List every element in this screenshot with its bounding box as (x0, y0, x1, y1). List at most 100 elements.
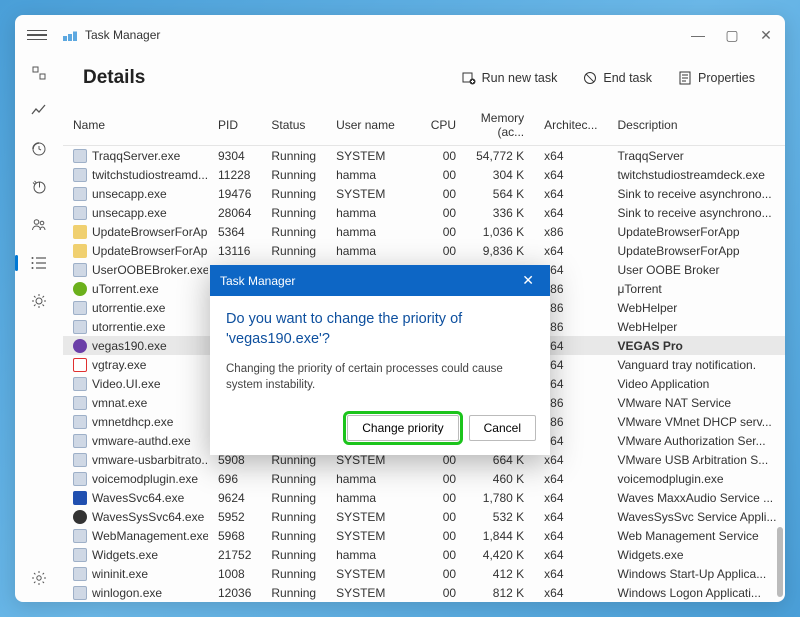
process-icon (73, 301, 87, 315)
process-arch: x64 (534, 203, 607, 222)
process-pid: 28064 (208, 203, 261, 222)
change-priority-button[interactable]: Change priority (347, 415, 458, 441)
process-icon (73, 149, 87, 163)
process-memory: 9,836 K (466, 241, 534, 260)
process-status: Running (261, 222, 326, 241)
process-icon (73, 567, 87, 581)
process-user: hamma (326, 203, 421, 222)
table-row[interactable]: WavesSvc64.exe9624Runninghamma001,780 Kx… (63, 488, 785, 507)
process-cpu: 00 (421, 507, 466, 526)
table-header-row[interactable]: Name PID Status User name CPU Memory (ac… (63, 105, 785, 146)
sidebar-users-icon[interactable] (29, 215, 49, 235)
table-row[interactable]: WavesSysSvc64.exe5952RunningSYSTEM00532 … (63, 507, 785, 526)
sidebar-processes-icon[interactable] (29, 63, 49, 83)
process-arch: x64 (534, 488, 607, 507)
process-user: SYSTEM (326, 184, 421, 203)
table-row[interactable]: twitchstudiostreamd...11228Runninghamma0… (63, 165, 785, 184)
process-user: SYSTEM (326, 583, 421, 602)
sidebar (15, 55, 63, 602)
run-new-task-button[interactable]: Run new task (452, 65, 568, 91)
close-button[interactable]: ✕ (759, 28, 773, 42)
process-memory: 532 K (466, 507, 534, 526)
process-pid: 9624 (208, 488, 261, 507)
process-user: SYSTEM (326, 564, 421, 583)
process-name: vmnetdhcp.exe (92, 415, 173, 429)
process-arch: x64 (534, 564, 607, 583)
col-user[interactable]: User name (326, 105, 421, 146)
sidebar-settings-icon[interactable] (29, 568, 49, 588)
process-desc: Sink to receive asynchrono... (608, 203, 786, 222)
process-desc: VMware VMnet DHCP serv... (608, 412, 786, 431)
process-icon (73, 358, 87, 372)
process-icon (73, 491, 87, 505)
process-arch: x64 (534, 469, 607, 488)
process-status: Running (261, 165, 326, 184)
process-cpu: 00 (421, 203, 466, 222)
table-row[interactable]: UpdateBrowserForAp...13116Runninghamma00… (63, 241, 785, 260)
process-desc: voicemodplugin.exe (608, 469, 786, 488)
window-controls: — ▢ ✕ (691, 28, 773, 42)
process-cpu: 00 (421, 165, 466, 184)
table-row[interactable]: wininit.exe1008RunningSYSTEM00412 Kx64Wi… (63, 564, 785, 583)
dialog-close-button[interactable]: ✕ (516, 272, 540, 289)
table-row[interactable]: voicemodplugin.exe696Runninghamma00460 K… (63, 469, 785, 488)
table-row[interactable]: UpdateBrowserForAp...5364Runninghamma001… (63, 222, 785, 241)
sidebar-details-icon[interactable] (29, 253, 49, 273)
sidebar-history-icon[interactable] (29, 139, 49, 159)
page-title: Details (83, 67, 145, 89)
table-row[interactable]: winlogon.exe12036RunningSYSTEM00812 Kx64… (63, 583, 785, 602)
process-icon (73, 529, 87, 543)
table-row[interactable]: TraqqServer.exe9304RunningSYSTEM0054,772… (63, 146, 785, 166)
scrollbar[interactable] (777, 135, 783, 597)
process-icon (73, 377, 87, 391)
col-pid[interactable]: PID (208, 105, 261, 146)
sidebar-services-icon[interactable] (29, 291, 49, 311)
process-desc: μTorrent (608, 279, 786, 298)
table-row[interactable]: unsecapp.exe19476RunningSYSTEM00564 Kx64… (63, 184, 785, 203)
process-desc: WavesSysSvc Service Appli... (608, 507, 786, 526)
process-name: utorrentie.exe (92, 320, 165, 334)
table-row[interactable]: WebManagement.exe5968RunningSYSTEM001,84… (63, 526, 785, 545)
process-memory: 812 K (466, 583, 534, 602)
col-cpu[interactable]: CPU (421, 105, 466, 146)
process-pid: 696 (208, 469, 261, 488)
process-arch: x64 (534, 165, 607, 184)
sidebar-performance-icon[interactable] (29, 101, 49, 121)
col-name[interactable]: Name (63, 105, 208, 146)
col-memory[interactable]: Memory (ac... (466, 105, 534, 146)
table-row[interactable]: unsecapp.exe28064Runninghamma00336 Kx64S… (63, 203, 785, 222)
process-desc: UpdateBrowserForApp (608, 222, 786, 241)
dialog-title: Task Manager (220, 274, 295, 288)
menu-button[interactable] (27, 25, 47, 45)
process-icon (73, 472, 87, 486)
process-desc: Waves MaxxAudio Service ... (608, 488, 786, 507)
process-icon (73, 282, 87, 296)
cancel-button[interactable]: Cancel (469, 415, 536, 441)
process-name: WebManagement.exe (92, 529, 208, 543)
sidebar-startup-icon[interactable] (29, 177, 49, 197)
process-icon (73, 168, 87, 182)
end-task-button[interactable]: End task (573, 65, 662, 91)
properties-button[interactable]: Properties (668, 65, 765, 91)
process-desc: UpdateBrowserForApp (608, 241, 786, 260)
dialog-titlebar: Task Manager ✕ (210, 265, 550, 296)
process-status: Running (261, 241, 326, 260)
col-status[interactable]: Status (261, 105, 326, 146)
process-arch: x64 (534, 146, 607, 166)
process-pid: 19476 (208, 184, 261, 203)
app-title: Task Manager (85, 28, 160, 42)
process-user: hamma (326, 241, 421, 260)
minimize-button[interactable]: — (691, 28, 705, 42)
process-status: Running (261, 488, 326, 507)
col-desc[interactable]: Description (608, 105, 786, 146)
table-row[interactable]: Widgets.exe21752Runninghamma004,420 Kx64… (63, 545, 785, 564)
process-desc: VMware NAT Service (608, 393, 786, 412)
col-arch[interactable]: Architec... (534, 105, 607, 146)
process-desc: VMware USB Arbitration S... (608, 450, 786, 469)
process-status: Running (261, 146, 326, 166)
scrollbar-thumb[interactable] (777, 527, 783, 597)
maximize-button[interactable]: ▢ (725, 28, 739, 42)
process-name: WavesSvc64.exe (92, 491, 184, 505)
process-pid: 9304 (208, 146, 261, 166)
process-memory: 1,844 K (466, 526, 534, 545)
